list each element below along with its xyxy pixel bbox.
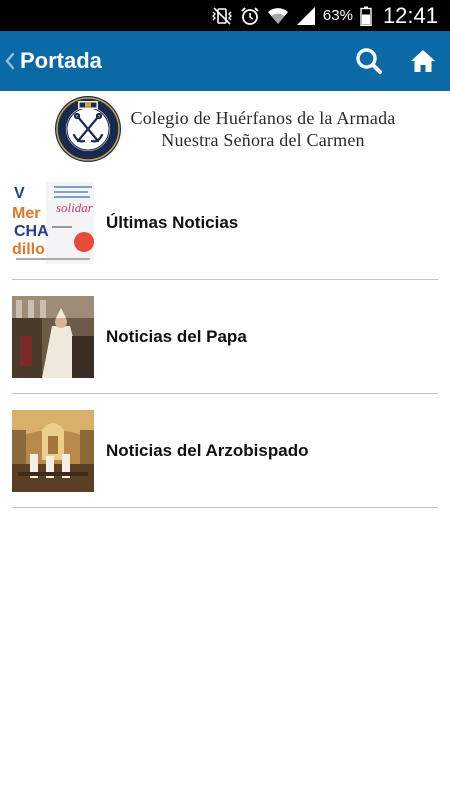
logo-title-line1: Colegio de Huérfanos de la Armada: [130, 107, 396, 128]
list-item-label: Noticias del Papa: [106, 326, 247, 346]
list-item-label: Últimas Noticias: [106, 212, 239, 232]
list-item-noticias-del-arzobispado[interactable]: Noticias del Arzobispado: [12, 394, 438, 508]
svg-text:Mer: Mer: [12, 205, 40, 222]
list-item-noticias-del-papa[interactable]: Noticias del Papa: [12, 280, 438, 394]
church-interior-thumbnail: [12, 409, 94, 492]
page-title: Portada: [20, 48, 102, 73]
navy-emblem-logo: [55, 95, 122, 162]
status-bar: 63% 12:41: [0, 0, 450, 31]
list-item-label: Noticias del Arzobispado: [106, 440, 309, 460]
alarm-icon: [240, 0, 260, 31]
svg-text:CHA: CHA: [14, 223, 49, 240]
svg-text:V: V: [14, 185, 25, 202]
search-icon: [356, 48, 382, 74]
battery-icon: [360, 0, 372, 31]
back-chevron-icon: [5, 52, 15, 70]
search-button[interactable]: [342, 31, 396, 91]
logo-title-line2: Nuestra Señora del Carmen: [161, 129, 365, 150]
vibrate-mute-icon: [211, 0, 233, 31]
clock: 12:41: [382, 2, 438, 28]
svg-text:solidari: solidari: [56, 200, 94, 215]
signal-icon: [296, 0, 316, 31]
wifi-icon: [267, 0, 289, 31]
svg-text:dillo: dillo: [12, 241, 45, 258]
battery-percent: 63%: [322, 7, 353, 24]
list-item-ultimas-noticias[interactable]: V Mer CHA dillo solidari Últimas Noticia…: [12, 166, 438, 280]
home-button[interactable]: [396, 31, 450, 91]
papal-ceremony-thumbnail: [12, 295, 94, 378]
action-bar: Portada: [0, 31, 450, 91]
home-icon: [411, 50, 435, 72]
news-list: V Mer CHA dillo solidari Últimas Noticia…: [12, 166, 438, 508]
school-logo-banner: Colegio de Huérfanos de la Armada Nuestr…: [0, 91, 450, 166]
back-button[interactable]: Portada: [0, 31, 102, 91]
merchandising-flyer-thumbnail: V Mer CHA dillo solidari: [12, 181, 94, 264]
